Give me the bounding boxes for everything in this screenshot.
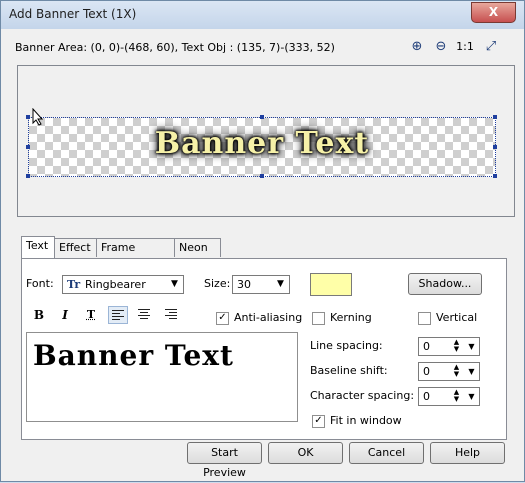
font-select[interactable]: Tr Ringbearer ▼: [62, 275, 184, 294]
chevron-down-icon[interactable]: ▼: [465, 364, 478, 379]
fit-window-icon[interactable]: ⤢: [481, 37, 501, 57]
chevron-down-icon[interactable]: ▼: [465, 339, 478, 354]
tab-neon[interactable]: Neon: [174, 238, 221, 257]
chevron-down-icon: ▼: [171, 279, 178, 289]
character-spacing-spinner[interactable]: 0 ▲ ▼ ▼: [418, 387, 480, 406]
anti-aliasing-label: Anti-aliasing: [234, 311, 303, 324]
resize-handle-s[interactable]: [260, 174, 264, 178]
align-left-button[interactable]: [108, 306, 128, 324]
preview-text: Banner Text: [33, 339, 234, 372]
ok-button[interactable]: OK: [268, 442, 343, 464]
resize-handle-nw[interactable]: [26, 115, 30, 119]
truetype-font-icon: Tr: [67, 278, 81, 291]
fit-in-window-label: Fit in window: [330, 414, 402, 427]
actual-size-button[interactable]: 1:1: [455, 37, 475, 57]
fit-in-window-checkbox[interactable]: ✓: [312, 415, 325, 428]
size-value: 30: [237, 278, 251, 291]
tab-text[interactable]: Text: [21, 236, 55, 258]
zoom-in-icon[interactable]: ⊕: [407, 37, 427, 57]
bold-button[interactable]: B: [28, 305, 50, 325]
chevron-down-icon: ▼: [277, 279, 284, 289]
text-preview-box[interactable]: Banner Text: [26, 332, 298, 422]
spin-arrows-icon[interactable]: ▲ ▼: [449, 339, 464, 354]
baseline-shift-value: 0: [423, 365, 430, 378]
vertical-checkbox[interactable]: [418, 312, 431, 325]
line-spacing-spinner[interactable]: 0 ▲ ▼ ▼: [418, 337, 480, 356]
font-value: Ringbearer: [85, 278, 146, 291]
cancel-button[interactable]: Cancel: [349, 442, 424, 464]
outline-text-button[interactable]: T: [80, 305, 102, 325]
resize-handle-n[interactable]: [260, 115, 264, 119]
kerning-label: Kerning: [330, 311, 372, 324]
size-label: Size:: [204, 277, 231, 290]
font-label: Font:: [26, 277, 54, 290]
text-color-swatch[interactable]: [310, 273, 352, 296]
spin-arrows-icon[interactable]: ▲ ▼: [449, 364, 464, 379]
size-select[interactable]: 30 ▼: [232, 275, 290, 294]
vertical-label: Vertical: [436, 311, 478, 324]
resize-handle-w[interactable]: [26, 145, 30, 149]
start-preview-button[interactable]: Start Preview: [187, 442, 262, 479]
chevron-down-icon[interactable]: ▼: [465, 389, 478, 404]
dialog-client: Banner Area: (0, 0)-(468, 60), Text Obj …: [7, 29, 518, 479]
zoom-out-icon[interactable]: ⊖: [431, 37, 451, 57]
dialog-window: Add Banner Text (1X) X Banner Area: (0, …: [0, 0, 525, 482]
tab-effect[interactable]: Effect: [54, 238, 97, 257]
align-right-button[interactable]: [160, 306, 180, 324]
line-spacing-label: Line spacing:: [310, 339, 383, 352]
kerning-checkbox[interactable]: [312, 312, 325, 325]
resize-handle-e[interactable]: [493, 145, 497, 149]
banner-canvas[interactable]: Banner Text: [17, 65, 515, 217]
title-bar[interactable]: Add Banner Text (1X) X: [1, 1, 524, 29]
text-tab-panel: Font: Tr Ringbearer ▼ Size: 30 ▼ Shadow.…: [21, 258, 507, 440]
baseline-shift-spinner[interactable]: 0 ▲ ▼ ▼: [418, 362, 480, 381]
banner-text-object[interactable]: Banner Text: [26, 115, 497, 178]
help-button[interactable]: Help: [430, 442, 505, 464]
mouse-cursor-icon: [32, 108, 44, 126]
resize-handle-sw[interactable]: [26, 174, 30, 178]
align-center-button[interactable]: [134, 306, 154, 324]
resize-handle-ne[interactable]: [493, 115, 497, 119]
shadow-button[interactable]: Shadow...: [408, 273, 482, 295]
banner-text: Banner Text: [154, 126, 370, 161]
window-title: Add Banner Text (1X): [9, 7, 137, 21]
character-spacing-label: Character spacing:: [310, 389, 415, 402]
line-spacing-value: 0: [423, 340, 430, 353]
italic-button[interactable]: I: [54, 305, 76, 325]
close-button[interactable]: X: [471, 2, 516, 23]
spin-arrows-icon[interactable]: ▲ ▼: [449, 389, 464, 404]
tab-frame-control[interactable]: Frame Control: [96, 238, 176, 272]
resize-handle-se[interactable]: [493, 174, 497, 178]
banner-info-text: Banner Area: (0, 0)-(468, 60), Text Obj …: [15, 41, 335, 54]
anti-aliasing-checkbox[interactable]: ✓: [216, 312, 229, 325]
character-spacing-value: 0: [423, 390, 430, 403]
baseline-shift-label: Baseline shift:: [310, 364, 388, 377]
